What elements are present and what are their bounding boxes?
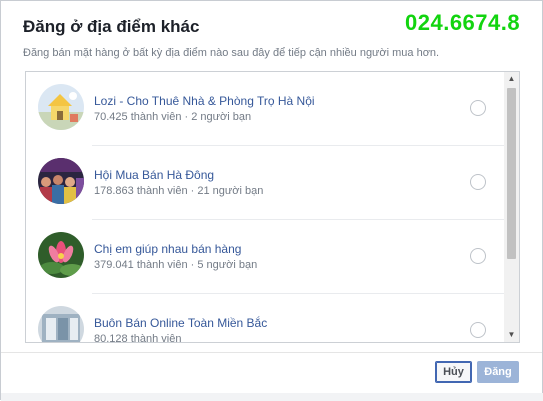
group-meta: 178.863 thành viên · 21 người bạn [94,185,264,197]
group-item[interactable]: Lozi - Cho Thuê Nhà & Phòng Trọ Hà Nội 7… [26,72,504,146]
select-radio[interactable] [470,322,486,338]
group-item[interactable]: Hội Mua Bán Hà Đông 178.863 thành viên ·… [26,146,504,220]
scrollbar-thumb[interactable] [507,88,516,259]
storefront-avatar [38,306,84,342]
select-radio[interactable] [470,100,486,116]
group-item[interactable]: Buôn Bán Online Toàn Miền Bắc 80.128 thà… [26,294,504,343]
group-meta: 70.425 thành viên · 2 người bạn [94,111,252,123]
footer-divider [1,352,542,353]
lotus-flower-avatar [38,232,84,278]
cancel-button[interactable]: Hủy [435,361,472,383]
scroll-up-arrow-icon[interactable]: ▲ [504,72,519,86]
group-list-frame: Lozi - Cho Thuê Nhà & Phòng Trọ Hà Nội 7… [25,71,520,343]
select-radio[interactable] [470,174,486,190]
market-crowd-avatar [38,158,84,204]
list-scrollbar[interactable]: ▲ ▼ [504,72,519,342]
dialog-title: Đăng ở địa điểm khác [23,17,200,36]
group-name[interactable]: Chị em giúp nhau bán hàng [94,242,241,256]
dialog-subtitle: Đăng bán mặt hàng ở bất kỳ địa điểm nào … [23,47,440,59]
lozi-house-avatar [38,84,84,130]
group-meta: 80.128 thành viên [94,333,182,343]
group-meta: 379.041 thành viên · 5 người bạn [94,259,258,271]
post-button[interactable]: Đăng [477,361,519,383]
group-name[interactable]: Hội Mua Bán Hà Đông [94,168,214,182]
select-radio[interactable] [470,248,486,264]
phone-watermark: 024.6674.8 [405,10,521,35]
group-name[interactable]: Buôn Bán Online Toàn Miền Bắc [94,316,267,330]
group-name[interactable]: Lozi - Cho Thuê Nhà & Phòng Trọ Hà Nội [94,94,315,108]
post-to-other-places-dialog: Đăng ở địa điểm khác Đăng bán mặt hàng ở… [0,0,543,401]
scroll-down-arrow-icon[interactable]: ▼ [504,328,519,342]
group-item[interactable]: Chị em giúp nhau bán hàng 379.041 thành … [26,220,504,294]
